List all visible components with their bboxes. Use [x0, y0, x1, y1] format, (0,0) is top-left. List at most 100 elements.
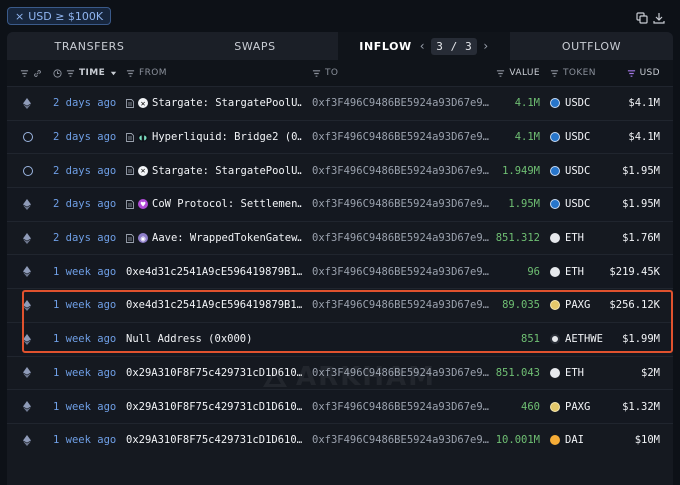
from-entity[interactable]: Null Address (0x000) — [126, 323, 302, 356]
link-icon[interactable] — [33, 69, 42, 78]
table-row[interactable]: 1 week ago 0x29A310F8F75c429731cD1D610… 0x… — [7, 422, 673, 457]
time-link[interactable]: 1 week ago — [53, 255, 129, 288]
time-text: 2 days ago — [53, 131, 117, 144]
ethereum-chain-icon — [23, 188, 39, 221]
filter-icon[interactable] — [627, 69, 636, 78]
time-link[interactable]: 2 days ago — [53, 188, 129, 221]
to-address[interactable]: 0xf3F496C9486BE5924a93D67e9… — [312, 188, 497, 221]
chevron-left-icon[interactable]: ‹ — [420, 39, 425, 53]
chain-filter[interactable] — [20, 60, 42, 86]
table-row[interactable]: 1 week ago 0xe4d31c2541A9cE596419879B1… 0x… — [7, 254, 673, 289]
tab-outflow[interactable]: OUTFLOW — [510, 32, 673, 60]
token-header[interactable]: TOKEN — [550, 60, 596, 86]
download-icon[interactable] — [653, 12, 665, 24]
contract-doc-icon — [126, 199, 134, 209]
time-link[interactable]: 1 week ago — [53, 323, 129, 356]
from-entity[interactable]: 0xe4d31c2541A9cE596419879B1… — [126, 255, 302, 288]
from-entity[interactable]: 0x29A310F8F75c429731cD1D610… — [126, 390, 302, 423]
chevron-right-icon[interactable]: › — [483, 39, 488, 53]
tab-inflow[interactable]: INFLOW ‹ 3 / 3 › — [338, 32, 510, 60]
tab-transfers[interactable]: TRANSFERS — [7, 32, 172, 60]
from-text: 0xe4d31c2541A9cE596419879B1… — [126, 265, 302, 278]
filter-icon[interactable] — [66, 69, 75, 78]
close-icon[interactable]: × — [15, 10, 24, 23]
to-address[interactable]: 0xf3F496C9486BE5924a93D67e9… — [312, 255, 497, 288]
from-text: CoW Protocol: Settlemen… — [152, 198, 302, 211]
table-row[interactable]: 1 week ago Null Address (0x000) 851 AETHWE $… — [7, 321, 673, 356]
table-row[interactable]: 2 days ago ✕ Stargate: StargatePoolU… 0xf3F… — [7, 153, 673, 188]
to-address[interactable]: 0xf3F496C9486BE5924a93D67e9… — [312, 424, 497, 457]
from-entity[interactable]: 0xe4d31c2541A9cE596419879B1… — [126, 289, 302, 322]
eth-token-icon — [550, 367, 560, 378]
table-row[interactable]: 2 days ago ◉ Aave: WrappedTokenGatew… 0xf3F… — [7, 220, 673, 255]
from-entity[interactable]: ✕ Stargate: StargatePoolU… — [126, 87, 302, 120]
paxg-token-icon — [550, 401, 560, 412]
tab-swaps[interactable]: SWAPS — [172, 32, 338, 60]
value-cell: 851.312 — [487, 222, 540, 255]
from-entity[interactable]: 0x29A310F8F75c429731cD1D610… — [126, 357, 302, 390]
usd-text: $2M — [641, 366, 660, 379]
usd-text: $4.1M — [628, 97, 660, 110]
from-entity[interactable]: ◉ Aave: WrappedTokenGatew… — [126, 222, 302, 255]
hyperliquid-chain-icon — [23, 154, 39, 187]
to-address[interactable]: 0xf3F496C9486BE5924a93D67e9… — [312, 357, 497, 390]
usd-cell: $1.99M — [592, 323, 660, 356]
time-text: 2 days ago — [53, 232, 117, 245]
aave-logo-icon: ◉ — [138, 233, 148, 244]
filter-icon[interactable] — [312, 69, 321, 78]
sort-desc-icon[interactable] — [109, 69, 118, 78]
from-entity[interactable]: ✕ Stargate: StargatePoolU… — [126, 154, 302, 187]
table-row[interactable]: 2 days ago ◖◗ Hyperliquid: Bridge2 (0… 0xf3… — [7, 119, 673, 154]
usd-cell: $2M — [592, 357, 660, 390]
time-link[interactable]: 2 days ago — [53, 121, 129, 154]
to-text: 0xf3F496C9486BE5924a93D67e9… — [312, 400, 490, 413]
value-text: 96 — [527, 265, 540, 278]
contract-doc-icon — [126, 132, 134, 142]
usd-header-label: USD — [639, 68, 660, 78]
to-address[interactable]: 0xf3F496C9486BE5924a93D67e9… — [312, 289, 497, 322]
table-row[interactable]: 1 week ago 0x29A310F8F75c429731cD1D610… 0x… — [7, 389, 673, 423]
clock-icon — [53, 68, 62, 78]
filter-icon[interactable] — [496, 69, 505, 78]
from-header[interactable]: FROM — [126, 60, 167, 86]
time-header[interactable]: TIME — [53, 60, 118, 86]
table-row[interactable]: 1 week ago 0x29A310F8F75c429731cD1D610… 0x… — [7, 355, 673, 390]
value-cell: 10.001M — [487, 424, 540, 457]
from-entity[interactable]: ♥ CoW Protocol: Settlemen… — [126, 188, 302, 221]
usd-header[interactable]: USD — [612, 60, 660, 86]
value-header[interactable]: VALUE — [487, 60, 540, 86]
time-link[interactable]: 2 days ago — [53, 87, 129, 120]
usd-text: $10M — [634, 434, 660, 447]
filter-icon[interactable] — [550, 69, 559, 78]
usd-filter-chip[interactable]: × USD ≥ $100K — [7, 7, 112, 25]
filter-icon[interactable] — [126, 69, 135, 78]
table-row[interactable]: 2 days ago ♥ CoW Protocol: Settlemen… 0xf3F… — [7, 187, 673, 221]
time-link[interactable]: 1 week ago — [53, 390, 129, 423]
table-row[interactable]: 2 days ago ✕ Stargate: StargatePoolU… 0xf3F… — [7, 86, 673, 120]
copy-icon[interactable] — [636, 12, 648, 24]
to-address[interactable]: 0xf3F496C9486BE5924a93D67e9… — [312, 390, 497, 423]
time-link[interactable]: 1 week ago — [53, 289, 129, 322]
time-link[interactable]: 2 days ago — [53, 222, 129, 255]
to-address[interactable]: 0xf3F496C9486BE5924a93D67e9… — [312, 222, 497, 255]
value-text: 89.035 — [502, 299, 540, 312]
time-link[interactable]: 1 week ago — [53, 424, 129, 457]
usdc-token-icon — [550, 98, 560, 109]
filter-icon[interactable] — [20, 69, 29, 78]
page-indicator: 3 / 3 — [431, 37, 478, 55]
aethwe-token-icon — [550, 334, 560, 345]
ethereum-chain-icon — [23, 424, 39, 457]
to-address[interactable] — [312, 323, 497, 356]
time-link[interactable]: 1 week ago — [53, 357, 129, 390]
from-entity[interactable]: 0x29A310F8F75c429731cD1D610… — [126, 424, 302, 457]
ethereum-chain-icon — [23, 255, 39, 288]
from-entity[interactable]: ◖◗ Hyperliquid: Bridge2 (0… — [126, 121, 302, 154]
to-address[interactable]: 0xf3F496C9486BE5924a93D67e9… — [312, 154, 497, 187]
table-row[interactable]: 1 week ago 0xe4d31c2541A9cE596419879B1… 0x… — [7, 288, 673, 322]
to-header[interactable]: TO — [312, 60, 338, 86]
time-link[interactable]: 2 days ago — [53, 154, 129, 187]
token-text: USDC — [565, 131, 591, 144]
tab-inflow-label: INFLOW — [359, 39, 412, 53]
to-address[interactable]: 0xf3F496C9486BE5924a93D67e9… — [312, 121, 497, 154]
to-address[interactable]: 0xf3F496C9486BE5924a93D67e9… — [312, 87, 497, 120]
